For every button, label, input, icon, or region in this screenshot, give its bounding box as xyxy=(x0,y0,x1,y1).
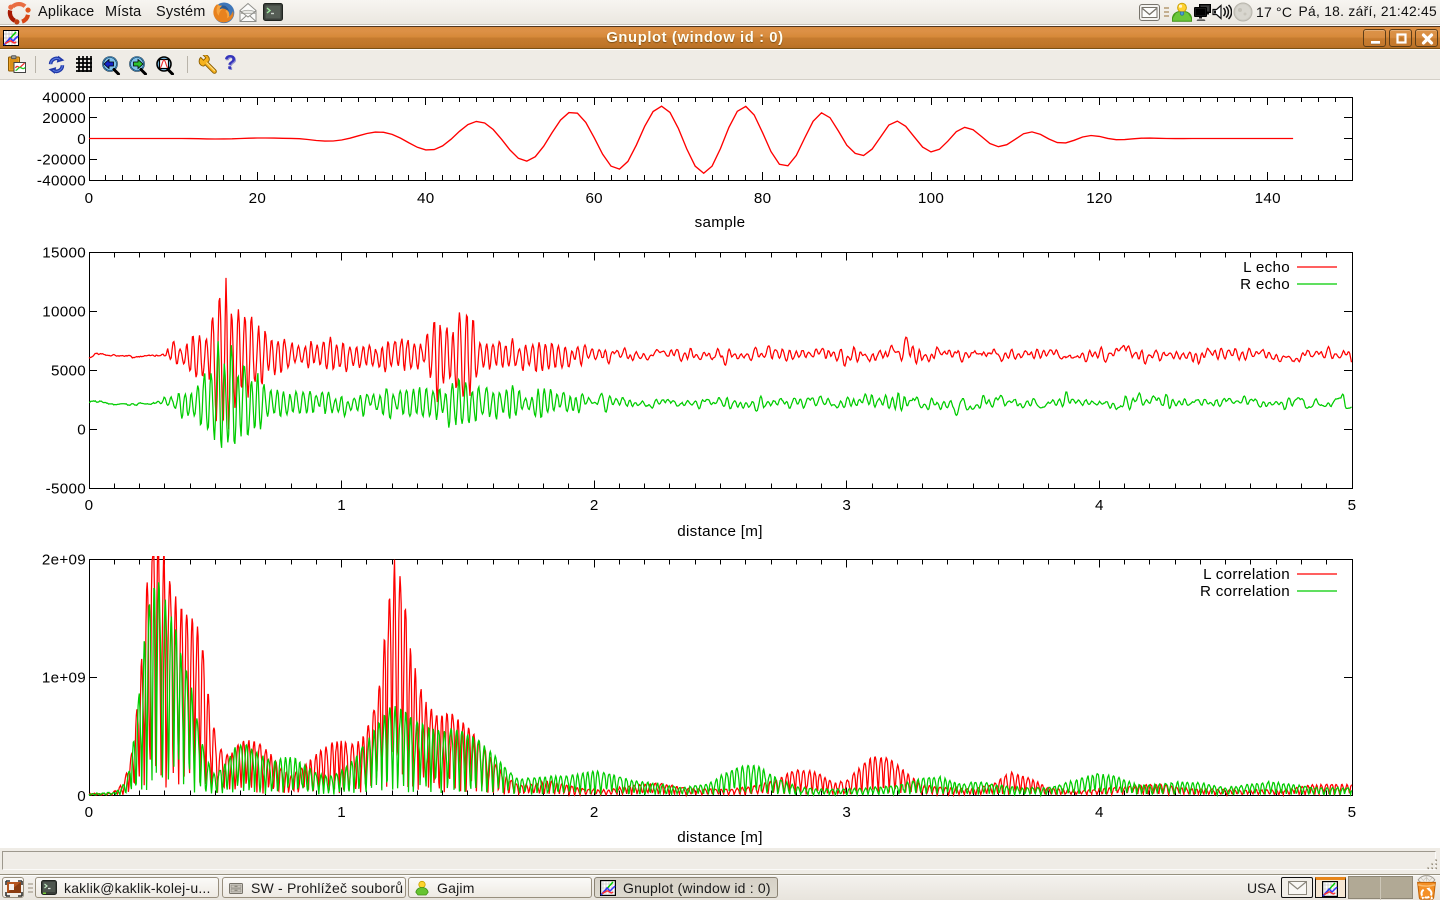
svg-text:5: 5 xyxy=(1348,497,1357,514)
svg-text:1: 1 xyxy=(337,497,346,514)
svg-text:5000: 5000 xyxy=(51,362,86,379)
svg-text:-20000: -20000 xyxy=(37,152,86,169)
svg-text:distance [m]: distance [m] xyxy=(677,829,762,846)
svg-text:2: 2 xyxy=(590,804,599,821)
svg-text:4: 4 xyxy=(1095,804,1104,821)
svg-text:20: 20 xyxy=(249,190,267,207)
svg-text:L echo: L echo xyxy=(1243,259,1290,276)
svg-text:-5000: -5000 xyxy=(46,480,86,497)
svg-text:4: 4 xyxy=(1095,497,1104,514)
svg-text:60: 60 xyxy=(585,190,603,207)
svg-text:120: 120 xyxy=(1086,190,1112,207)
svg-text:0: 0 xyxy=(77,131,86,148)
svg-text:40: 40 xyxy=(417,190,435,207)
svg-text:40000: 40000 xyxy=(42,89,86,106)
svg-text:0: 0 xyxy=(77,421,86,438)
svg-text:2e+09: 2e+09 xyxy=(42,551,86,568)
svg-text:20000: 20000 xyxy=(42,110,86,127)
svg-text:L correlation: L correlation xyxy=(1203,566,1290,583)
svg-text:0: 0 xyxy=(85,497,94,514)
svg-text:2: 2 xyxy=(590,497,599,514)
svg-text:0: 0 xyxy=(85,190,94,207)
svg-text:80: 80 xyxy=(754,190,772,207)
svg-text:140: 140 xyxy=(1255,190,1281,207)
svg-text:1: 1 xyxy=(337,804,346,821)
svg-text:15000: 15000 xyxy=(42,244,86,261)
svg-text:R correlation: R correlation xyxy=(1200,583,1290,600)
svg-text:-40000: -40000 xyxy=(37,172,86,189)
svg-text:10000: 10000 xyxy=(42,303,86,320)
svg-text:R echo: R echo xyxy=(1240,276,1290,293)
svg-text:distance [m]: distance [m] xyxy=(677,523,762,540)
svg-text:0: 0 xyxy=(77,788,86,805)
svg-text:0: 0 xyxy=(85,804,94,821)
svg-text:100: 100 xyxy=(918,190,944,207)
svg-text:5: 5 xyxy=(1348,804,1357,821)
svg-text:3: 3 xyxy=(842,497,851,514)
svg-text:sample: sample xyxy=(695,214,746,231)
svg-text:3: 3 xyxy=(842,804,851,821)
svg-text:1e+09: 1e+09 xyxy=(42,670,86,687)
